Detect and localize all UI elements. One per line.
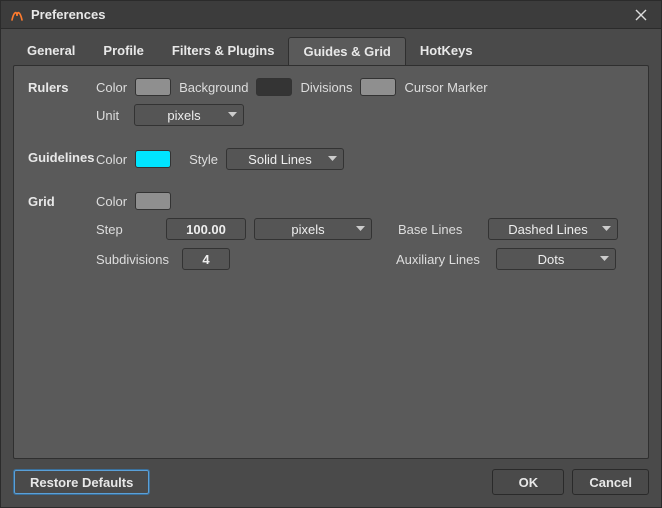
guidelines-style-select[interactable]: Solid Lines	[226, 148, 344, 170]
guidelines-style-label: Style	[189, 152, 218, 167]
grid-subdivisions-value: 4	[202, 252, 209, 267]
guidelines-color-label: Color	[96, 152, 127, 167]
grid-step-input[interactable]: 100.00	[166, 218, 246, 240]
section-rulers: Rulers Color Background Divisions Cursor…	[28, 78, 634, 134]
chevron-down-icon	[602, 226, 611, 232]
app-icon	[9, 7, 25, 23]
rulers-unit-value: pixels	[167, 108, 200, 123]
guidelines-style-value: Solid Lines	[248, 152, 312, 167]
grid-auxlines-select[interactable]: Dots	[496, 248, 616, 270]
rulers-background-label: Background	[179, 80, 248, 95]
window-title: Preferences	[31, 7, 629, 22]
rulers-background-swatch[interactable]	[256, 78, 292, 96]
dialog-footer: Restore Defaults OK Cancel	[1, 459, 661, 507]
chevron-down-icon	[600, 256, 609, 262]
cancel-button[interactable]: Cancel	[572, 469, 649, 495]
close-button[interactable]	[629, 3, 653, 27]
restore-defaults-button[interactable]: Restore Defaults	[13, 469, 150, 495]
tab-hotkeys[interactable]: HotKeys	[406, 37, 487, 66]
grid-step-unit-value: pixels	[291, 222, 324, 237]
tab-bar: General Profile Filters & Plugins Guides…	[1, 29, 661, 66]
chevron-down-icon	[228, 112, 237, 118]
rulers-divisions-label: Divisions	[300, 80, 352, 95]
grid-subdivisions-label: Subdivisions	[96, 252, 174, 267]
grid-color-swatch[interactable]	[135, 192, 171, 210]
rulers-color-swatch[interactable]	[135, 78, 171, 96]
grid-color-label: Color	[96, 194, 127, 209]
grid-subdivisions-input[interactable]: 4	[182, 248, 230, 270]
tab-panel-guides-grid: Rulers Color Background Divisions Cursor…	[13, 65, 649, 459]
tab-filters[interactable]: Filters & Plugins	[158, 37, 289, 66]
tab-general[interactable]: General	[13, 37, 89, 66]
preferences-window: Preferences General Profile Filters & Pl…	[0, 0, 662, 508]
grid-auxlines-label: Auxiliary Lines	[396, 252, 488, 267]
section-heading-rulers: Rulers	[28, 78, 96, 134]
chevron-down-icon	[356, 226, 365, 232]
chevron-down-icon	[328, 156, 337, 162]
grid-step-label: Step	[96, 222, 158, 237]
grid-baselines-select[interactable]: Dashed Lines	[488, 218, 618, 240]
section-guidelines: Guidelines Color Style Solid Lines	[28, 148, 634, 178]
grid-baselines-value: Dashed Lines	[508, 222, 588, 237]
section-heading-grid: Grid	[28, 192, 96, 278]
grid-step-unit-select[interactable]: pixels	[254, 218, 372, 240]
section-heading-guidelines: Guidelines	[28, 148, 96, 178]
ok-button[interactable]: OK	[492, 469, 564, 495]
tab-profile[interactable]: Profile	[89, 37, 157, 66]
rulers-cursor-marker-label: Cursor Marker	[404, 80, 487, 95]
grid-auxlines-value: Dots	[538, 252, 565, 267]
guidelines-color-swatch[interactable]	[135, 150, 171, 168]
grid-step-value: 100.00	[186, 222, 226, 237]
section-grid: Grid Color Step 100.00 pixels Base Lines	[28, 192, 634, 278]
tab-guides-grid[interactable]: Guides & Grid	[288, 37, 405, 66]
rulers-unit-select[interactable]: pixels	[134, 104, 244, 126]
rulers-color-label: Color	[96, 80, 127, 95]
rulers-divisions-swatch[interactable]	[360, 78, 396, 96]
rulers-unit-label: Unit	[96, 108, 126, 123]
grid-baselines-label: Base Lines	[398, 222, 480, 237]
titlebar: Preferences	[1, 1, 661, 29]
